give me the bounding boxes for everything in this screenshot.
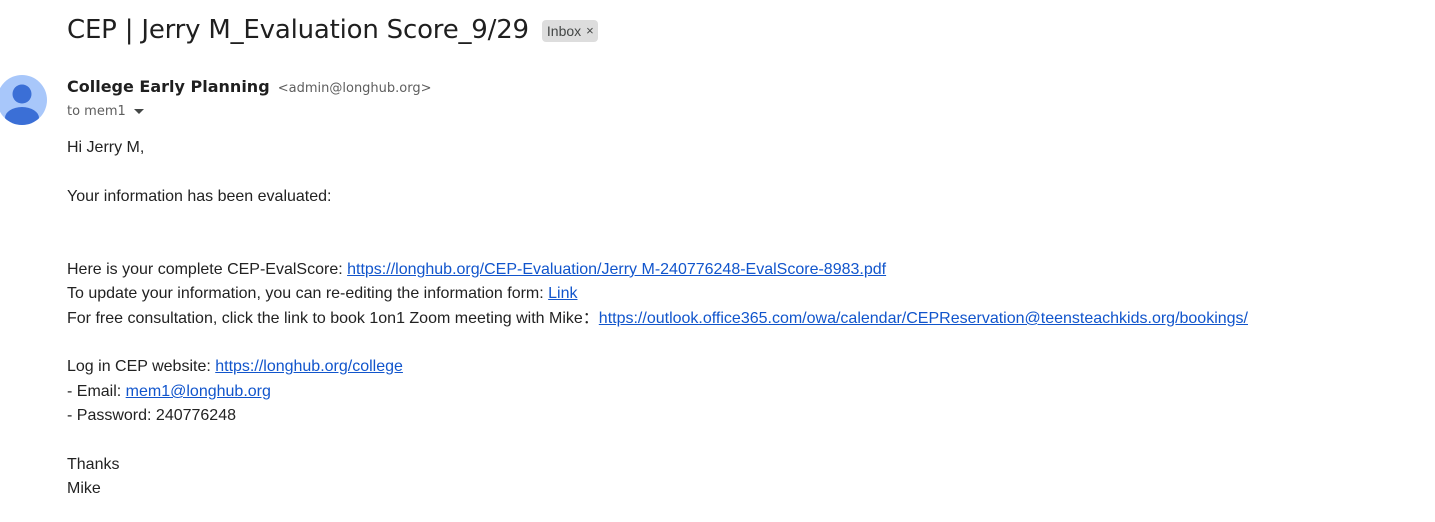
inbox-label-text: Inbox <box>546 23 582 39</box>
close-icon[interactable]: × <box>586 22 594 40</box>
evalscore-line: Here is your complete CEP-EvalScore: htt… <box>67 260 886 280</box>
member-email-link[interactable]: mem1@longhub.org <box>126 383 271 400</box>
greeting-line: Hi Jerry M, <box>67 139 145 156</box>
sender-name[interactable]: College Early Planning <box>67 77 270 96</box>
password-line: - Password: 240776248 <box>67 407 236 424</box>
inbox-label-chip[interactable]: Inbox × <box>541 20 598 42</box>
login-prefix: Log in CEP website: <box>67 358 216 375</box>
evalscore-link[interactable]: https://longhub.org/CEP-Evaluation/Jerry… <box>347 261 886 278</box>
thanks-line: Thanks <box>67 456 120 473</box>
email-prefix: - Email: <box>67 383 126 400</box>
recipient-text: to mem1 <box>67 104 126 119</box>
update-prefix: To update your information, you can re-e… <box>67 285 549 302</box>
consultation-line: For free consultation, click the link to… <box>67 309 1248 329</box>
email-subject: CEP | Jerry M_Evaluation Score_9/29 <box>67 15 529 45</box>
subject-row: CEP | Jerry M_Evaluation Score_9/29 Inbo… <box>67 15 598 45</box>
evalscore-prefix: Here is your complete CEP-EvalScore: <box>67 261 348 278</box>
evaluated-line: Your information has been evaluated: <box>67 188 332 205</box>
sender-avatar[interactable] <box>0 75 47 125</box>
signature-line: Mike <box>67 480 101 497</box>
recipient-line: to mem1 <box>67 104 144 119</box>
sender-line: College Early Planning <admin@longhub.or… <box>67 77 432 96</box>
person-icon <box>5 84 39 125</box>
sender-email: <admin@longhub.org> <box>277 81 432 96</box>
email-credential-line: - Email: mem1@longhub.org <box>67 382 271 402</box>
update-line: To update your information, you can re-e… <box>67 284 578 304</box>
login-line: Log in CEP website: https://longhub.org/… <box>67 357 403 377</box>
chevron-down-icon[interactable] <box>133 109 144 114</box>
booking-link[interactable]: https://outlook.office365.com/owa/calend… <box>599 310 1248 327</box>
login-website-link[interactable]: https://longhub.org/college <box>215 358 403 375</box>
update-form-link[interactable]: Link <box>548 285 577 302</box>
consultation-prefix: For free consultation, click the link to… <box>67 310 599 327</box>
